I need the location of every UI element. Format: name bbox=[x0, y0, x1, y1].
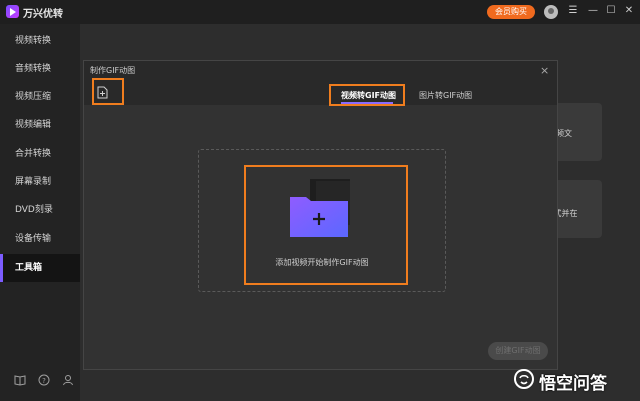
watermark-logo-icon bbox=[513, 368, 535, 390]
svg-text:?: ? bbox=[42, 377, 46, 385]
avatar[interactable] bbox=[544, 5, 558, 19]
dialog-header: 制作GIF动图 × 视频转GIF动图 图片转GIF动图 bbox=[84, 61, 557, 106]
drop-zone-label: 添加视频开始制作GIF动图 bbox=[275, 258, 369, 267]
sidebar-item-video-edit[interactable]: 视频编辑 bbox=[0, 111, 80, 139]
close-button[interactable]: ✕ bbox=[622, 4, 636, 18]
add-file-icon[interactable] bbox=[97, 86, 109, 99]
sidebar-item-video-convert[interactable]: 视频转换 bbox=[0, 27, 80, 55]
make-gif-dialog: 制作GIF动图 × 视频转GIF动图 图片转GIF动图 添加视频开始制作GIF动… bbox=[83, 60, 558, 370]
vip-purchase-button[interactable]: 会员购买 bbox=[487, 5, 535, 19]
tab-active-underline bbox=[341, 102, 393, 104]
menu-icon[interactable]: ☰ bbox=[566, 4, 580, 18]
create-gif-button[interactable]: 创建GIF动图 bbox=[488, 342, 548, 360]
sidebar-item-audio-convert[interactable]: 音频转换 bbox=[0, 55, 80, 83]
folder-add-icon[interactable] bbox=[290, 179, 354, 239]
sidebar-item-toolbox[interactable]: 工具箱 bbox=[0, 254, 80, 282]
book-icon[interactable] bbox=[14, 374, 26, 386]
sidebar-item-merge[interactable]: 合并转换 bbox=[0, 140, 80, 168]
sidebar-bottom-bar: ? bbox=[0, 374, 80, 390]
sidebar: 视频转换 音频转换 视频压缩 视频编辑 合并转换 屏幕录制 DVD刻录 设备传输… bbox=[0, 24, 80, 401]
watermark: 悟空问答 bbox=[513, 366, 635, 394]
sidebar-item-device-transfer[interactable]: 设备传输 bbox=[0, 225, 80, 253]
sidebar-item-dvd-burn[interactable]: DVD刻录 bbox=[0, 196, 80, 224]
watermark-text: 悟空问答 bbox=[539, 374, 607, 394]
users-icon[interactable] bbox=[62, 374, 74, 386]
title-bar: 万兴优转 会员购买 ☰ — ☐ ✕ bbox=[0, 0, 640, 24]
dialog-close-button[interactable]: × bbox=[540, 64, 549, 77]
dialog-title: 制作GIF动图 bbox=[90, 66, 136, 75]
app-logo-icon bbox=[6, 5, 19, 18]
sidebar-item-screen-record[interactable]: 屏幕录制 bbox=[0, 168, 80, 196]
minimize-button[interactable]: — bbox=[586, 4, 600, 18]
tab-image-to-gif[interactable]: 图片转GIF动图 bbox=[419, 90, 472, 101]
app-title: 万兴优转 bbox=[23, 9, 63, 20]
sidebar-item-video-compress[interactable]: 视频压缩 bbox=[0, 83, 80, 111]
help-icon[interactable]: ? bbox=[38, 374, 50, 386]
tab-video-to-gif[interactable]: 视频转GIF动图 bbox=[341, 90, 396, 101]
maximize-button[interactable]: ☐ bbox=[604, 4, 618, 18]
